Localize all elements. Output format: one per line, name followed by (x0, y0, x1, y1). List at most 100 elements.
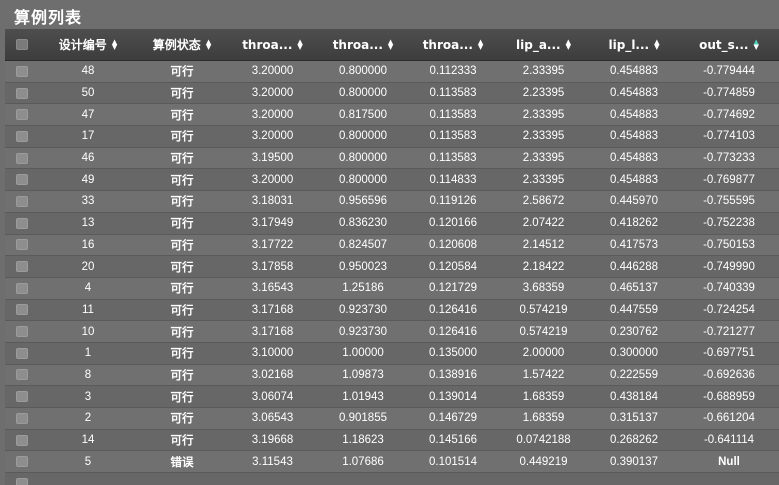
table-cell: 0.445970 (610, 195, 658, 208)
cell-design-id: 20 (81, 260, 95, 273)
table-cell: -0.740339 (703, 282, 755, 295)
column-header-label: throa... (242, 37, 293, 52)
row-checkbox[interactable] (16, 87, 28, 99)
table-cell: 3.18031 (251, 195, 294, 208)
cell-case-status: 可行 (170, 281, 194, 296)
sort-icon[interactable]: ▲ ▼ (388, 38, 393, 50)
row-checkbox[interactable] (16, 152, 28, 164)
table-row[interactable]: 4 可行 3.16543 1.25186 0.121729 3.68359 0.465137… (5, 277, 779, 300)
table-cell: 1.01943 (342, 390, 384, 403)
column-header-lip-l[interactable]: lip_l... ▲ ▼ (589, 29, 679, 60)
sort-icon[interactable]: ▲ ▼ (566, 38, 571, 50)
table-cell: 1.68359 (522, 390, 565, 403)
table-cell: 3.20000 (251, 65, 294, 78)
table-cell: 0.800000 (339, 130, 387, 143)
table-cell: 1.57422 (522, 368, 565, 381)
row-checkbox[interactable] (16, 130, 28, 142)
table-cell (589, 473, 679, 485)
sort-icon[interactable]: ▲ ▼ (112, 38, 117, 50)
table-row[interactable]: 5 错误 3.11543 1.07686 0.101514 0.449219 0.39013… (5, 451, 779, 474)
sort-icon[interactable]: ▲ ▼ (206, 38, 211, 50)
column-header-out-s[interactable]: out_s... ▲ ▼ (679, 29, 779, 60)
table-row[interactable]: 47 可行 3.20000 0.817500 0.113583 2.33395 0.4548… (5, 104, 779, 127)
row-checkbox[interactable] (16, 369, 28, 381)
column-header-case-status[interactable]: 算例状态 ▲ ▼ (137, 29, 227, 60)
row-checkbox[interactable] (16, 412, 28, 424)
table-row[interactable]: 8 可行 3.02168 1.09873 0.138916 1.57422 0.222559… (5, 364, 779, 387)
column-header-design-id[interactable]: 设计编号 ▲ ▼ (39, 29, 137, 60)
table-row[interactable]: 33 可行 3.18031 0.956596 0.119126 2.58672 0.4459… (5, 191, 779, 213)
table-cell: 0.114833 (429, 173, 477, 186)
table-row[interactable]: 13 可行 3.17949 0.836230 0.120166 2.07422 0.4182… (5, 212, 779, 235)
cell-design-id: 49 (81, 173, 95, 186)
table-row[interactable] (5, 473, 779, 485)
cell-case-status: 错误 (170, 454, 194, 469)
table-row[interactable]: 50 可行 3.20000 0.800000 0.113583 2.23395 0.4548… (5, 82, 779, 105)
cell-case-status: 可行 (170, 346, 194, 361)
table-cell: 0.390137 (610, 455, 658, 468)
table-row[interactable]: 46 可行 3.19500 0.800000 0.113583 2.33395 0.4548… (5, 147, 779, 170)
row-select-cell (5, 256, 39, 277)
table-row[interactable]: 20 可行 3.17858 0.950023 0.120584 2.18422 0.4462… (5, 256, 779, 278)
row-checkbox[interactable] (16, 195, 28, 207)
table-cell: 2.23395 (522, 87, 565, 100)
row-checkbox[interactable] (16, 109, 28, 121)
table-row[interactable]: 3 可行 3.06074 1.01943 0.139014 1.68359 0.438184… (5, 386, 779, 408)
table-row[interactable]: 16 可行 3.17722 0.824507 0.120608 2.14512 0.4175… (5, 234, 779, 257)
table-cell: -0.774692 (703, 108, 755, 121)
table-cell: 0.230762 (610, 325, 658, 338)
table-cell: 3.06543 (251, 412, 294, 425)
table-cell: -0.774103 (703, 130, 755, 143)
table-row[interactable]: 48 可行 3.20000 0.800000 0.112333 2.33395 0.4548… (5, 61, 779, 83)
column-header-lip-a[interactable]: lip_a... ▲ ▼ (498, 29, 589, 60)
row-checkbox[interactable] (16, 434, 28, 446)
table-cell: 3.19500 (251, 152, 294, 165)
cell-case-status: 可行 (170, 237, 194, 252)
row-checkbox[interactable] (16, 347, 28, 359)
row-checkbox[interactable] (16, 391, 28, 403)
table-cell: 0.824507 (339, 238, 387, 251)
table-row[interactable]: 1 可行 3.10000 1.00000 0.135000 2.00000 0.300000… (5, 342, 779, 365)
table-row[interactable]: 11 可行 3.17168 0.923730 0.126416 0.574219 0.447… (5, 299, 779, 322)
table-row[interactable]: 17 可行 3.20000 0.800000 0.113583 2.33395 0.4548… (5, 126, 779, 148)
row-select-cell (5, 148, 39, 169)
table-cell: 0.120166 (429, 217, 477, 230)
column-header-throa-3[interactable]: throa... ▲ ▼ (408, 29, 498, 60)
table-cell: -0.641114 (703, 434, 755, 447)
row-checkbox[interactable] (16, 239, 28, 251)
row-checkbox[interactable] (16, 326, 28, 338)
cell-design-id: 2 (84, 412, 92, 425)
cell-design-id: 1 (84, 347, 92, 360)
table-cell: 0.138916 (429, 368, 477, 381)
row-checkbox[interactable] (16, 304, 28, 316)
sort-icon[interactable]: ▲ ▼ (753, 38, 758, 50)
table-cell (408, 473, 498, 485)
table-row[interactable]: 49 可行 3.20000 0.800000 0.114833 2.33395 0.4548… (5, 169, 779, 192)
row-checkbox[interactable] (16, 456, 28, 468)
sort-icon[interactable]: ▲ ▼ (297, 38, 302, 50)
sort-icon[interactable]: ▲ ▼ (654, 38, 659, 50)
table-cell: -0.721277 (703, 325, 755, 338)
row-checkbox[interactable] (16, 261, 28, 273)
table-cell: 3.68359 (522, 282, 565, 295)
column-header-throa-1[interactable]: throa... ▲ ▼ (227, 29, 318, 60)
table-cell: 0.113583 (429, 152, 477, 165)
cell-case-status: 可行 (170, 216, 194, 231)
column-header-throa-2[interactable]: throa... ▲ ▼ (318, 29, 408, 60)
table-cell: 0.454883 (610, 130, 658, 143)
table-cell: 3.19668 (251, 434, 294, 447)
table-cell: 0.446288 (610, 260, 658, 273)
sort-icon[interactable]: ▲ ▼ (478, 38, 483, 50)
cell-design-id: 50 (81, 87, 95, 100)
table-row[interactable]: 10 可行 3.17168 0.923730 0.126416 0.574219 0.230… (5, 321, 779, 343)
row-checkbox[interactable] (16, 282, 28, 294)
table-cell: Null (718, 455, 740, 468)
row-checkbox[interactable] (16, 217, 28, 229)
table-row[interactable]: 2 可行 3.06543 0.901855 0.146729 1.68359 0.31513… (5, 408, 779, 430)
row-checkbox[interactable] (16, 65, 28, 77)
table-cell: -0.688959 (703, 390, 755, 403)
row-checkbox[interactable] (16, 477, 28, 485)
table-row[interactable]: 14 可行 3.19668 1.18623 0.145166 0.0742188 0.268… (5, 429, 779, 452)
select-all-checkbox[interactable] (16, 39, 28, 50)
row-checkbox[interactable] (16, 174, 28, 186)
